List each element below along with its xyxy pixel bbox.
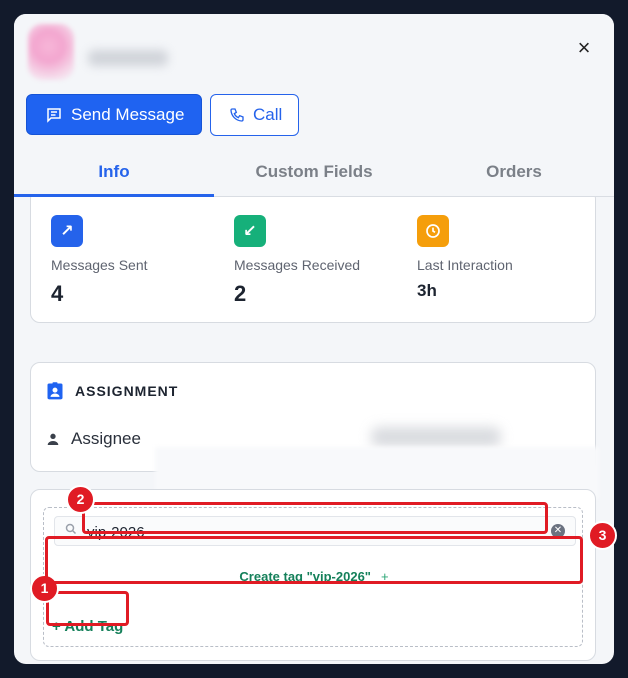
tab-custom-fields-label: Custom Fields [255, 162, 373, 181]
clock-icon [417, 215, 449, 247]
assignee-select-redacted[interactable] [371, 427, 501, 447]
contact-name-redacted [88, 50, 168, 66]
stat-label: Messages Sent [51, 257, 148, 273]
tab-orders[interactable]: Orders [414, 152, 614, 196]
modal-header: × Send Message Call Info Custom Fields O… [14, 14, 614, 197]
assignment-heading: ASSIGNMENT [45, 381, 178, 401]
close-icon: × [577, 35, 591, 60]
phone-icon [230, 108, 244, 122]
add-tag-button[interactable]: + Add Tag [52, 618, 123, 635]
tags-card: ✕ Create tag "vip-2026" + + Add Tag [30, 489, 596, 661]
stat-value: 2 [234, 281, 247, 306]
stat-label: Messages Received [234, 257, 361, 273]
assignee-row: Assignee [45, 429, 141, 449]
call-button[interactable]: Call [210, 94, 299, 136]
tab-custom-fields[interactable]: Custom Fields [214, 152, 414, 196]
annotation-badge-2: 2 [66, 485, 95, 514]
assignment-title: ASSIGNMENT [75, 383, 179, 399]
clear-icon[interactable]: ✕ [551, 524, 565, 538]
annotation-badge-1: 1 [30, 574, 59, 603]
close-button[interactable]: × [570, 34, 598, 62]
plus-icon: + [380, 568, 389, 584]
tab-bar: Info Custom Fields Orders [14, 152, 614, 197]
tab-info[interactable]: Info [14, 152, 214, 197]
annotation-badge-3: 3 [588, 521, 617, 550]
stat-value: 4 [51, 281, 64, 306]
stat-last-interaction: Last Interaction 3h [417, 215, 513, 301]
stat-label: Last Interaction [417, 257, 513, 273]
send-message-button[interactable]: Send Message [26, 94, 202, 135]
stat-value: 3h [417, 281, 437, 300]
create-tag-option[interactable]: Create tag "vip-2026" + [52, 554, 576, 598]
assignee-label: Assignee [71, 429, 141, 448]
tag-search-input[interactable] [87, 522, 507, 542]
arrow-up-right-icon: ↗ [51, 215, 83, 247]
send-message-label: Send Message [71, 104, 185, 124]
assignment-badge-icon [47, 382, 63, 400]
stat-messages-received: ↙ Messages Received 2 [234, 215, 360, 307]
tab-info-label: Info [98, 162, 130, 181]
create-tag-label: Create tag "vip-2026" [239, 568, 371, 584]
info-panel[interactable]: ↗ Messages Sent 4 ↙ Messages Received 2 … [14, 197, 614, 664]
contact-modal: × Send Message Call Info Custom Fields O… [14, 14, 614, 664]
stat-messages-sent: ↗ Messages Sent 4 [51, 215, 148, 307]
message-icon [47, 107, 61, 123]
call-label: Call [253, 105, 283, 124]
tag-dropdown: ✕ Create tag "vip-2026" + + Add Tag [43, 507, 583, 647]
person-icon [47, 433, 59, 445]
tab-orders-label: Orders [486, 162, 542, 181]
search-icon [65, 523, 77, 538]
avatar [28, 24, 74, 80]
tag-search: ✕ [54, 516, 576, 546]
arrow-down-left-icon: ↙ [234, 215, 266, 247]
stats-card: ↗ Messages Sent 4 ↙ Messages Received 2 … [30, 197, 596, 323]
